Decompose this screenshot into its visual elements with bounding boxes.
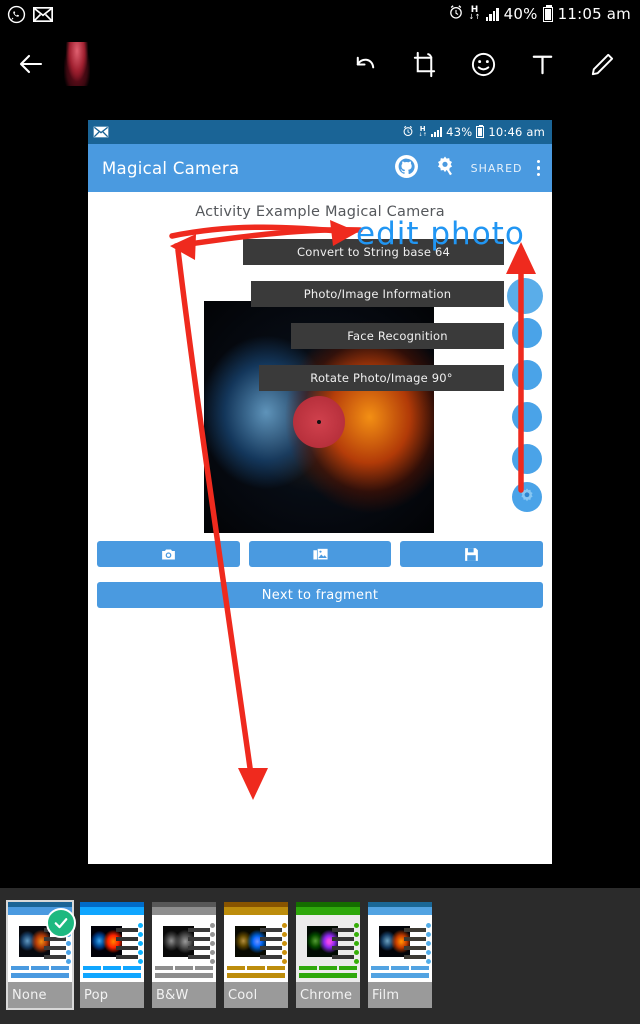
filter-strip[interactable]: None Pop B&W Cool Chrome Film	[0, 888, 640, 1024]
inner-status-bar: H ↓↑ 43% 10:46 am	[88, 120, 552, 144]
clock-label: 11:05 am	[557, 5, 631, 23]
photo-thumbnail[interactable]	[64, 42, 90, 86]
battery-icon	[542, 4, 553, 22]
check-icon	[46, 908, 76, 938]
sticker-smiley-icon[interactable]	[468, 49, 498, 79]
github-icon[interactable]	[394, 154, 419, 183]
app-title: Magical Camera	[102, 158, 240, 178]
save-button[interactable]	[400, 541, 544, 567]
back-arrow-icon[interactable]	[16, 49, 46, 79]
filter-item-bw[interactable]: B&W	[152, 902, 216, 1008]
status-bar-indicators: H ↓↑ 40% 11:05 am	[448, 4, 640, 24]
app-bar: Magical Camera SHARED	[88, 144, 552, 192]
filter-label: None	[8, 982, 72, 1008]
filter-item-chrome[interactable]: Chrome	[296, 902, 360, 1008]
battery-percent-label: 40%	[503, 5, 538, 23]
option-button-rotate-photo[interactable]: Rotate Photo/Image 90°	[259, 365, 504, 391]
fab-main[interactable]	[507, 278, 543, 314]
next-to-fragment-button[interactable]: Next to fragment	[97, 582, 543, 608]
envelope-icon	[93, 126, 109, 138]
filter-preview	[296, 902, 360, 982]
undo-icon[interactable]	[350, 49, 380, 79]
fab-photo-information[interactable]	[512, 360, 542, 390]
network-type-indicator: H ↓↑	[418, 125, 428, 139]
action-button-row	[97, 541, 544, 567]
alarm-icon	[448, 4, 464, 24]
fab-convert-base64[interactable]	[512, 318, 542, 348]
fab-settings-gear-icon[interactable]	[512, 482, 542, 512]
app-content: Activity Example Magical Camera Convert …	[88, 192, 552, 864]
screen: H ↓↑ 40% 11:05 am H ↓↑ 43% 10:46 am Magi…	[0, 0, 640, 1024]
signal-bars-icon	[431, 127, 443, 137]
option-button-photo-information[interactable]: Photo/Image Information	[251, 281, 504, 307]
filter-item-cool[interactable]: Cool	[224, 902, 288, 1008]
filter-item-film[interactable]: Film	[368, 902, 432, 1008]
filter-label: Film	[368, 982, 432, 1008]
shared-label[interactable]: SHARED	[471, 162, 523, 175]
editor-toolbar	[0, 30, 640, 98]
fab-face-recognition[interactable]	[512, 402, 542, 432]
filter-label: Chrome	[296, 982, 360, 1008]
envelope-icon	[33, 6, 53, 22]
signal-bars-icon	[485, 7, 499, 21]
filter-item-none[interactable]: None	[6, 900, 76, 1010]
filter-item-pop[interactable]: Pop	[80, 902, 144, 1008]
text-tool-icon[interactable]	[527, 49, 557, 79]
gallery-icon	[312, 548, 328, 559]
filter-preview	[368, 902, 432, 982]
option-button-face-recognition[interactable]: Face Recognition	[291, 323, 504, 349]
record-label-circle	[293, 395, 345, 448]
save-icon	[465, 547, 479, 561]
gallery-button[interactable]	[248, 541, 392, 567]
edit-photo-ink-label: edit photo	[356, 216, 525, 252]
draw-pencil-icon[interactable]	[586, 49, 616, 79]
device-status-bar: H ↓↑ 40% 11:05 am	[0, 0, 640, 28]
filter-preview	[152, 902, 216, 982]
fab-rotate-photo[interactable]	[512, 444, 542, 474]
filter-label: B&W	[152, 982, 216, 1008]
overflow-menu-icon[interactable]	[536, 159, 540, 177]
camera-button[interactable]	[97, 541, 240, 567]
network-type-indicator: H ↓↑	[468, 5, 481, 21]
battery-percent-label: 43%	[446, 125, 473, 139]
filter-preview	[80, 902, 144, 982]
whatsapp-icon	[7, 5, 26, 24]
filter-label: Cool	[224, 982, 288, 1008]
camera-icon	[161, 549, 175, 559]
alarm-icon	[402, 125, 414, 140]
crop-icon[interactable]	[409, 49, 439, 79]
gear-icon[interactable]	[433, 154, 457, 182]
status-bar-notifications	[0, 5, 53, 24]
filter-preview	[224, 902, 288, 982]
clock-label: 10:46 am	[488, 125, 545, 139]
filter-label: Pop	[80, 982, 144, 1008]
battery-icon	[476, 124, 485, 138]
